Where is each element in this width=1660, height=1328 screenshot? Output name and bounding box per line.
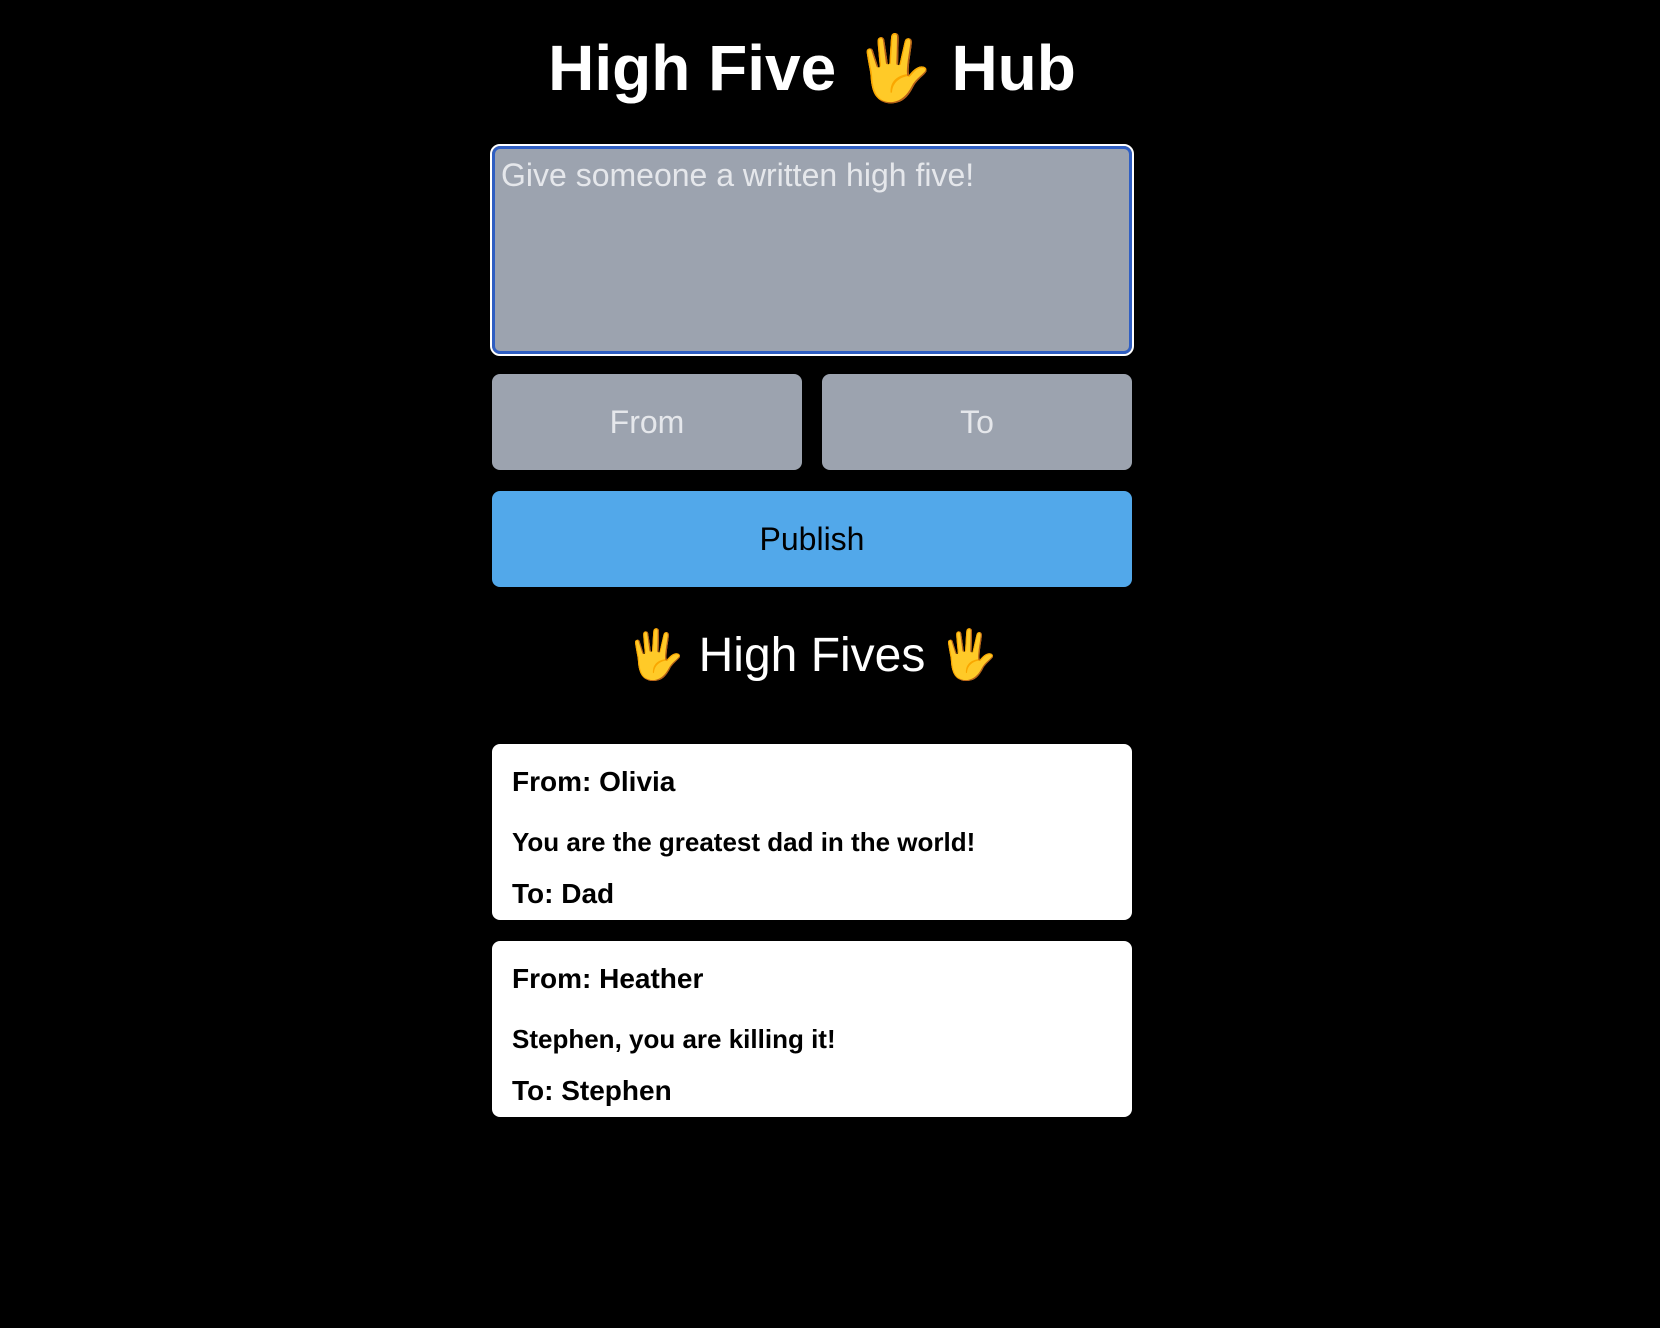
card-message: Stephen, you are killing it! (512, 1024, 836, 1054)
app-title: High Five 🖐 Hub (548, 32, 1076, 104)
high-five-form: Publish (490, 144, 1134, 587)
high-fives-heading: 🖐 High Fives 🖐 (625, 629, 999, 682)
card-message: You are the greatest dad in the world! (512, 827, 976, 857)
message-textarea[interactable] (490, 144, 1134, 356)
card-to: To: Stephen (512, 1075, 672, 1106)
card-from: From: Olivia (512, 766, 676, 797)
to-input[interactable] (822, 374, 1132, 470)
page: High Five 🖐 Hub Publish 🖐 High Fives 🖐 F… (0, 0, 1660, 1328)
card-to: To: Dad (512, 878, 615, 909)
name-row (492, 374, 1132, 470)
publish-button[interactable]: Publish (492, 491, 1132, 587)
high-fives-list: From: Olivia You are the greatest dad in… (492, 744, 1132, 1138)
high-five-card: From: Heather Stephen, you are killing i… (492, 941, 1132, 1117)
card-from: From: Heather (512, 963, 704, 994)
high-five-card: From: Olivia You are the greatest dad in… (492, 744, 1132, 920)
from-input[interactable] (492, 374, 802, 470)
